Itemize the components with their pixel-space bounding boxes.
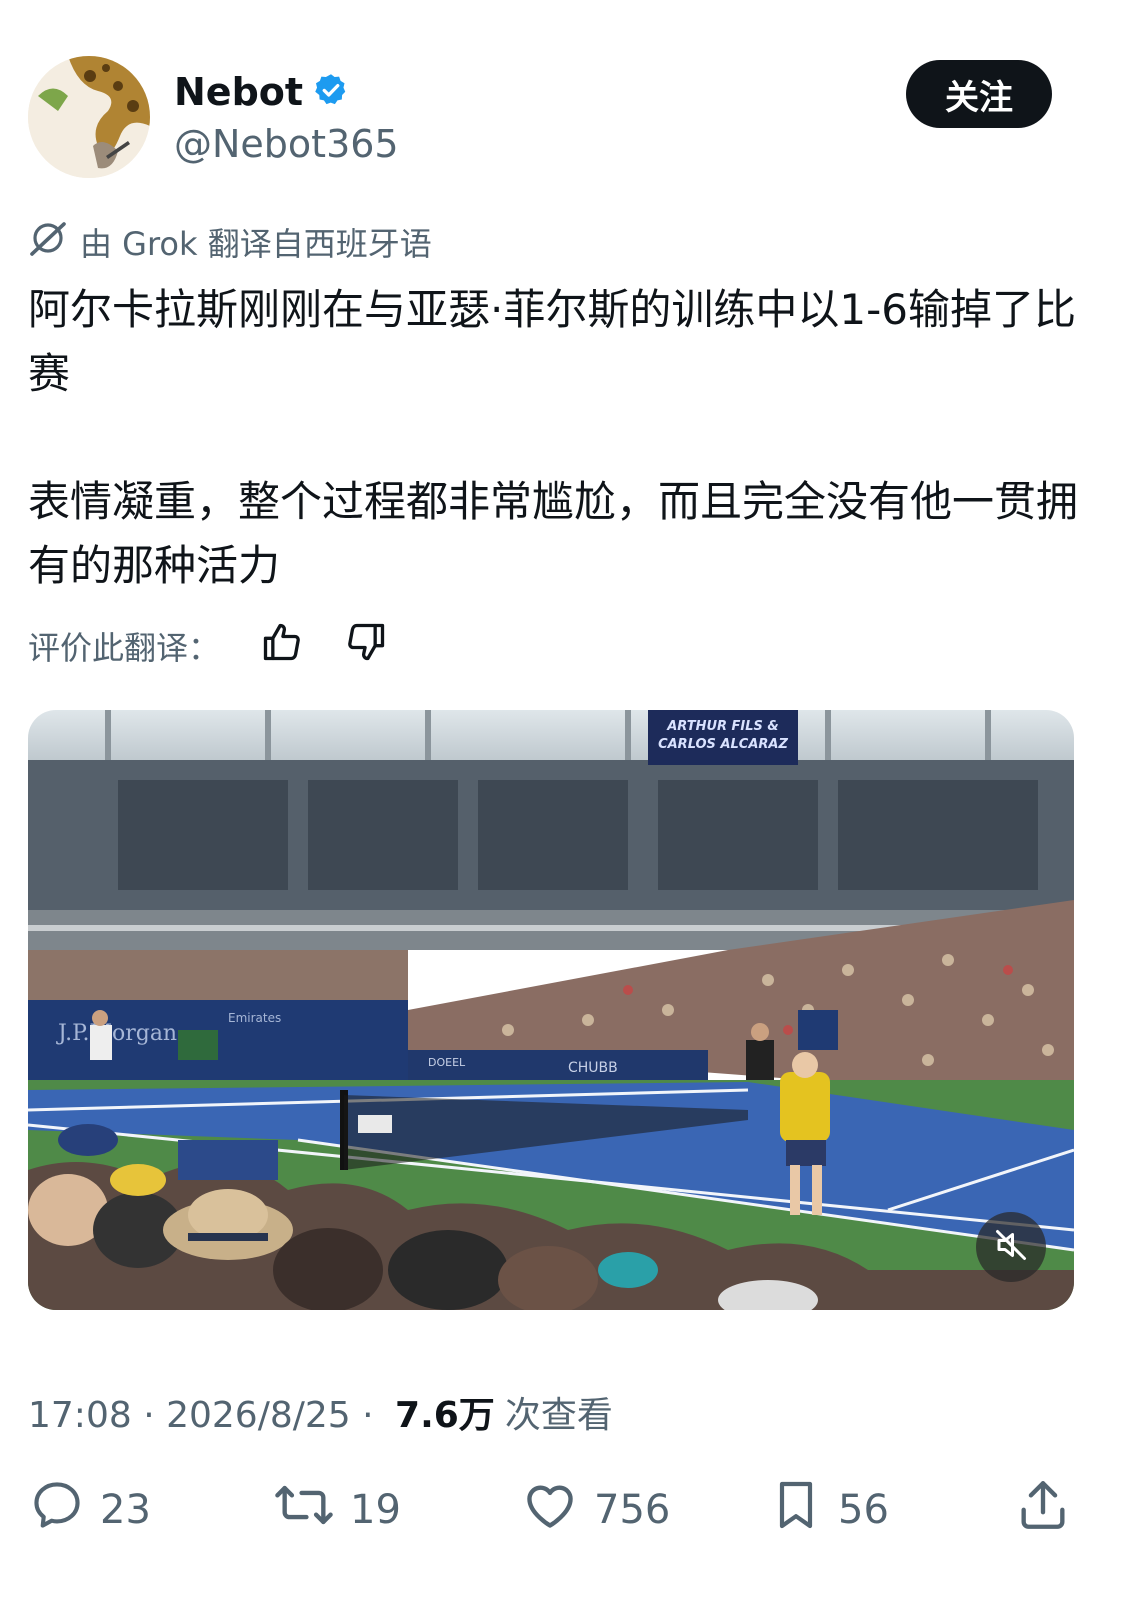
share-icon <box>1014 1476 1072 1544</box>
grok-icon <box>28 218 68 266</box>
translation-source: 由 Grok 翻译自西班牙语 <box>28 218 432 266</box>
like-count: 756 <box>594 1487 671 1533</box>
reply-button[interactable]: 23 <box>28 1476 151 1544</box>
banner-emirates: Emirates <box>228 1011 281 1025</box>
tweet-date[interactable]: 2026/8/25 <box>166 1395 351 1436</box>
bookmark-button[interactable]: 56 <box>768 1476 889 1544</box>
verified-badge-icon <box>313 72 349 112</box>
retweet-count: 19 <box>350 1487 401 1533</box>
banner-jpmorgan: J.P.Morgan <box>56 1021 177 1046</box>
banner-chubb: CHUBB <box>568 1060 618 1076</box>
reply-count: 23 <box>100 1487 151 1533</box>
author-name[interactable]: Nebot <box>174 70 303 114</box>
bookmark-icon <box>768 1476 824 1544</box>
bookmark-count: 56 <box>838 1487 889 1533</box>
share-button[interactable] <box>1014 1476 1072 1544</box>
tweet-video[interactable]: ARTHUR FILS & CARLOS ALCARAZ J.P.Morgan … <box>28 710 1074 1310</box>
retweet-icon <box>272 1476 336 1544</box>
scoreboard-line-1: ARTHUR FILS & <box>666 719 779 734</box>
view-count[interactable]: 7.6万 <box>395 1386 495 1438</box>
mute-button[interactable] <box>976 1212 1046 1282</box>
rate-translation-label: 评价此翻译： <box>28 629 221 667</box>
tweet-meta: 17:08 · 2026/8/25 · 7.6万 次查看 <box>28 1386 613 1438</box>
retweet-button[interactable]: 19 <box>272 1476 401 1544</box>
thumbs-down-icon[interactable] <box>344 620 388 672</box>
tweet-time[interactable]: 17:08 <box>28 1395 132 1436</box>
meta-separator: · <box>131 1395 167 1436</box>
like-button[interactable]: 756 <box>520 1476 670 1544</box>
meta-separator: · <box>350 1395 386 1436</box>
speaker-muted-icon <box>993 1227 1029 1267</box>
banner-doeel: DOEEL <box>428 1056 466 1069</box>
scoreboard-line-2: CARLOS ALCARAZ <box>658 737 788 752</box>
view-count-label: 次查看 <box>504 1395 613 1436</box>
avatar-image <box>28 56 150 178</box>
translation-source-label: 由 Grok 翻译自西班牙语 <box>80 225 432 263</box>
rate-translation: 评价此翻译： <box>28 620 388 672</box>
tweet-text: 阿尔卡拉斯刚刚在与亚瑟·菲尔斯的训练中以1-6输掉了比赛 表情凝重，整个过程都非… <box>28 285 1079 590</box>
reply-icon <box>28 1476 86 1544</box>
follow-button[interactable]: 关注 <box>906 60 1052 128</box>
author-name-row[interactable]: Nebot <box>174 70 349 114</box>
heart-icon <box>520 1476 580 1544</box>
avatar[interactable] <box>28 56 150 178</box>
author-handle[interactable]: @Nebot365 <box>174 122 399 166</box>
video-frame: ARTHUR FILS & CARLOS ALCARAZ J.P.Morgan … <box>28 710 1074 1310</box>
thumbs-up-icon[interactable] <box>260 620 304 672</box>
